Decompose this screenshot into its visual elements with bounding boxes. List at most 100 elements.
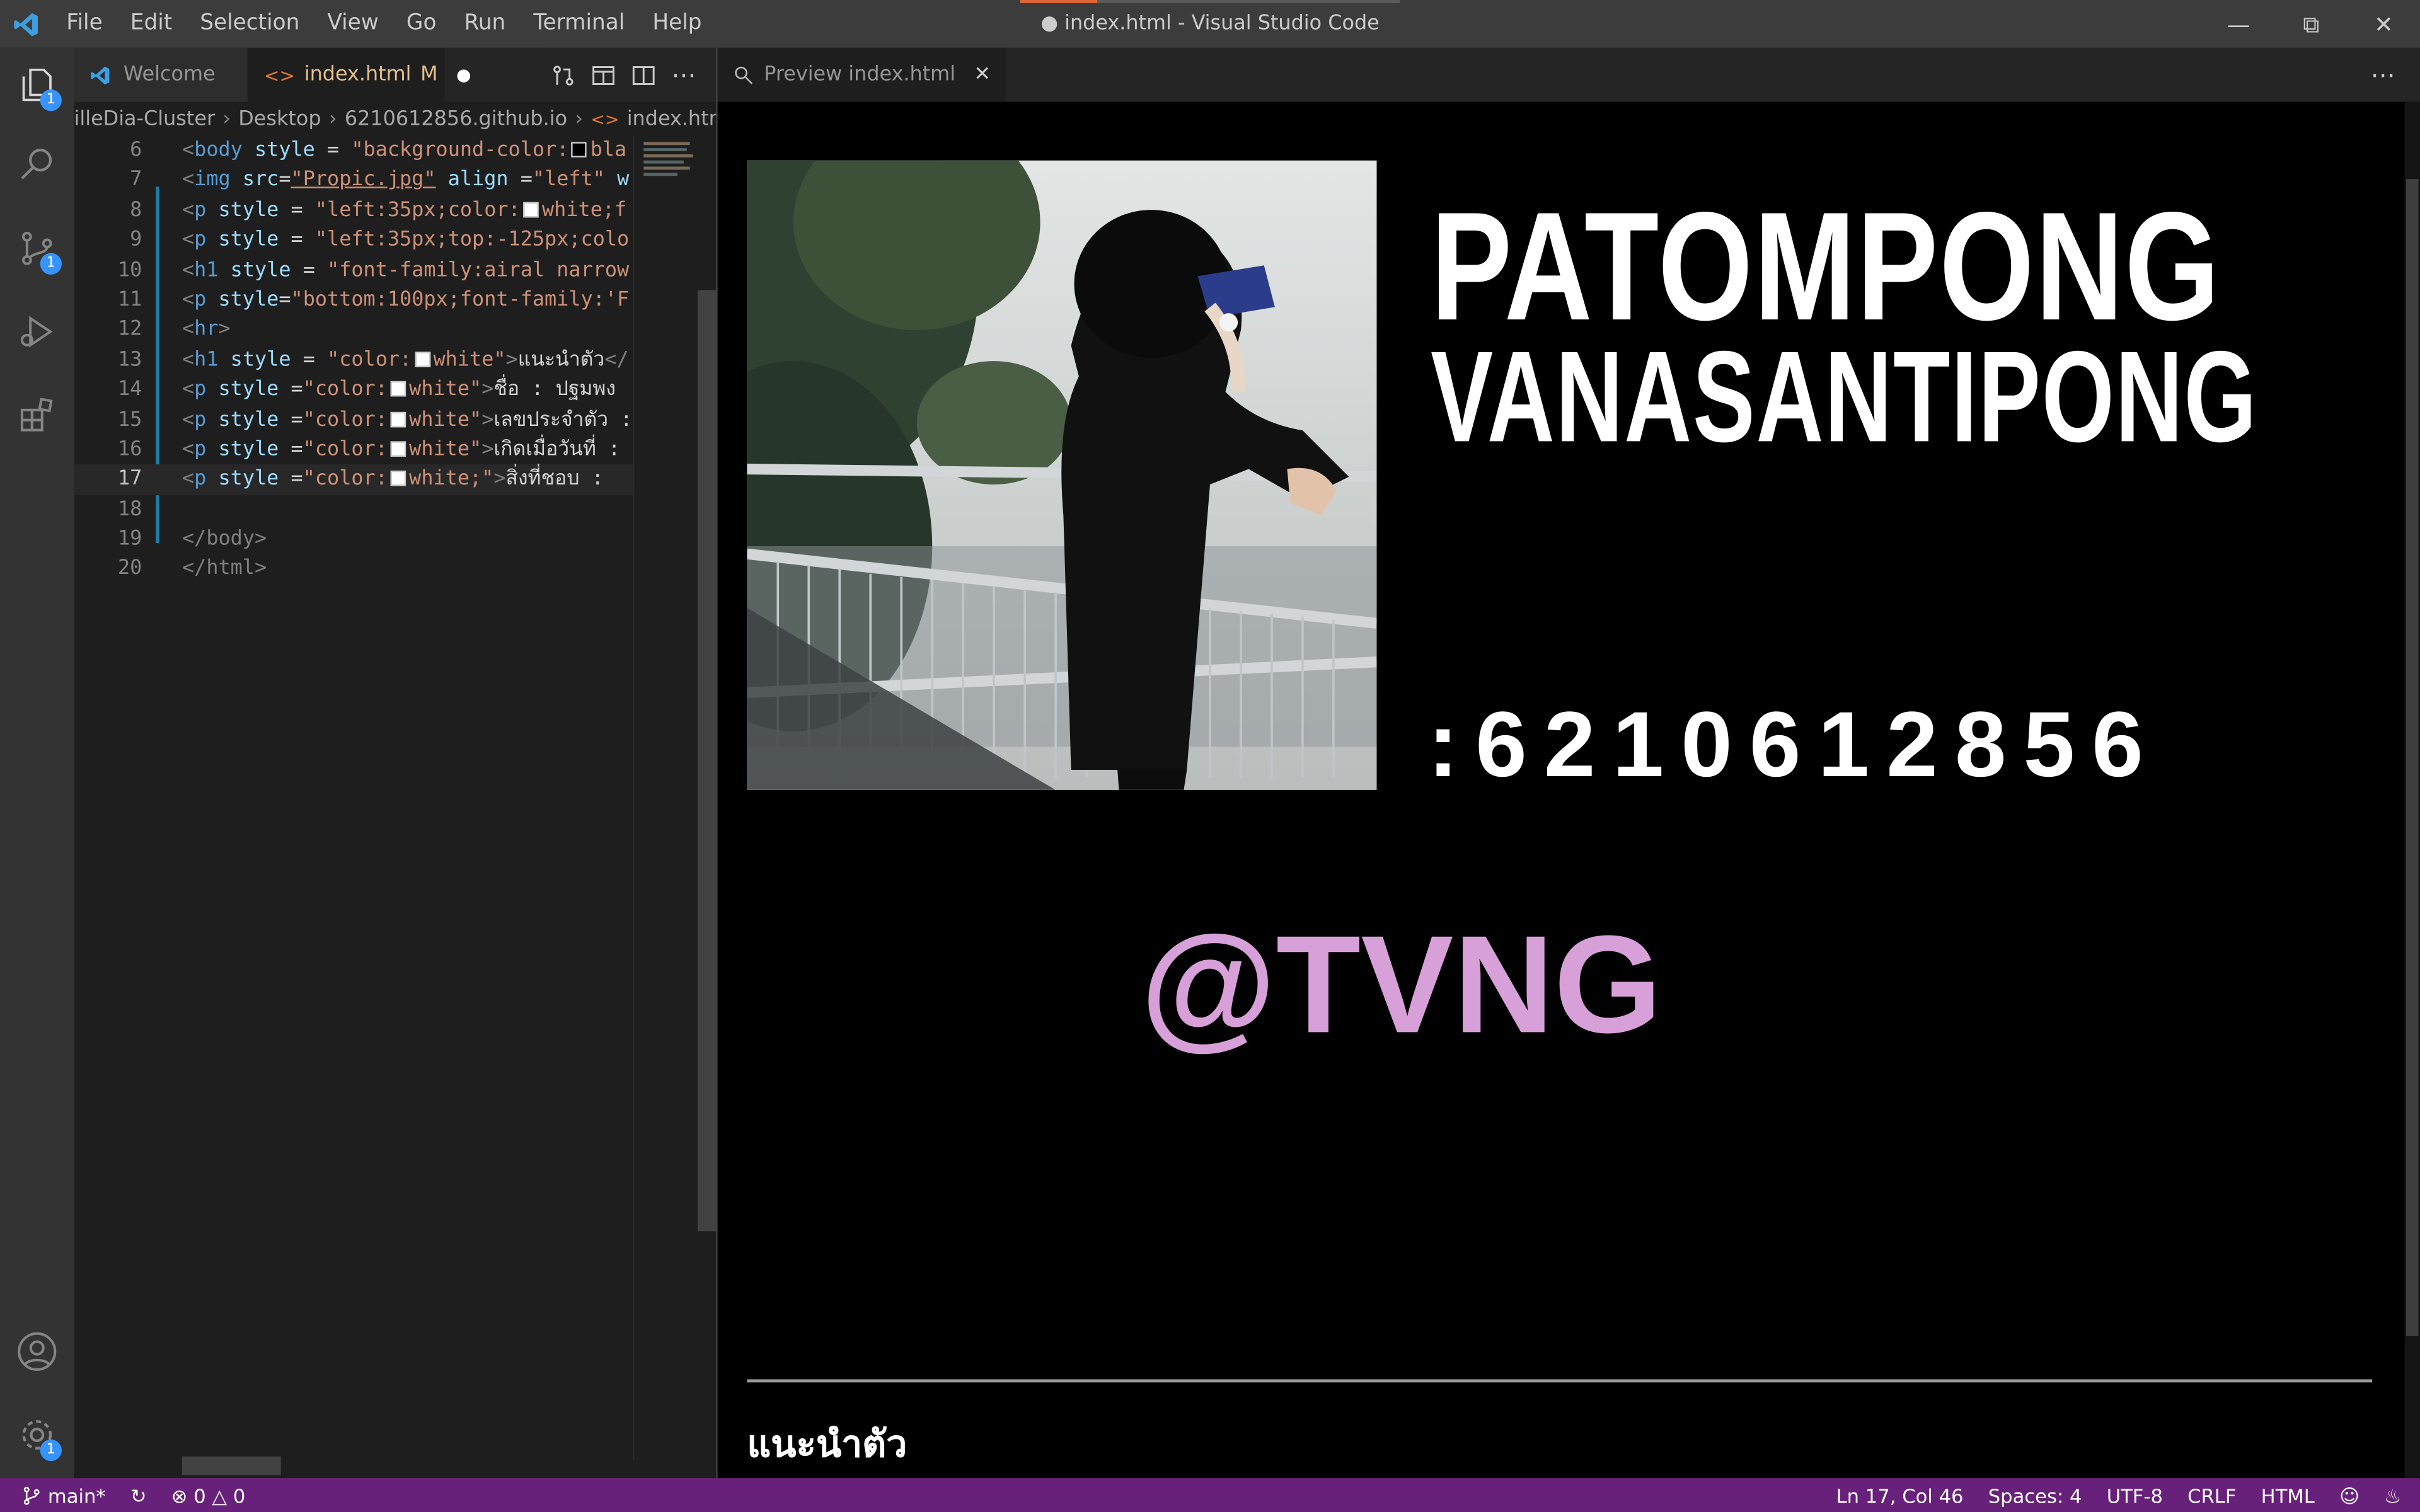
color-swatch[interactable]	[572, 142, 587, 158]
tab-welcome[interactable]: Welcome	[74, 47, 249, 102]
breadcrumb-item-repo[interactable]: 6210612856.github.io	[345, 107, 567, 130]
section-heading: แนะนำตัว	[747, 1422, 908, 1466]
editor-tabs: Welcome <> index.html M ● ⋯	[74, 47, 717, 102]
tab-preview-label: Preview index.html	[764, 63, 956, 87]
minimap[interactable]	[633, 135, 694, 1460]
code-line: 12 <hr>	[117, 318, 231, 342]
source-control-icon[interactable]: 1	[0, 212, 74, 286]
title-bar: File Edit Selection View Go Run Terminal…	[0, 0, 2420, 48]
preview-scroll-thumb[interactable]	[2406, 179, 2419, 1336]
indentation[interactable]: Spaces: 4	[1976, 1484, 2094, 1507]
tab-index-label: index.html	[304, 63, 412, 87]
color-swatch[interactable]	[390, 411, 406, 427]
code-line: 15 <p style ="color: white">เลขประจำตัว :	[117, 408, 633, 432]
branch-name: main*	[47, 1483, 106, 1507]
code-line: 13 <h1 style = "color: white">แนะนำตัว</	[117, 348, 629, 372]
code-line: 16 <p style ="color: white">เกิดเมื่อวันที…	[117, 438, 621, 462]
split-editor-icon[interactable]	[630, 61, 657, 89]
code-line: 19 </body>	[117, 527, 267, 551]
status-bar: main* ↻ ⊗ 0 △ 0 Ln 17, Col 46 Spaces: 4 …	[0, 1478, 2420, 1512]
more-actions-icon[interactable]: ⋯	[670, 60, 698, 90]
encoding[interactable]: UTF-8	[2094, 1484, 2175, 1507]
menu-help[interactable]: Help	[638, 0, 715, 48]
profile-photo	[747, 160, 1377, 790]
code-line: 9 <p style = "left:35px;top:-125px;colo	[130, 228, 630, 252]
run-debug-icon[interactable]	[0, 295, 74, 369]
breadcrumb-item-desktop[interactable]: Desktop	[238, 107, 321, 130]
code-line: 7 <img src="Propic.jpg" align ="left" w	[130, 168, 630, 192]
menu-file[interactable]: File	[52, 0, 116, 48]
open-changes-icon[interactable]	[550, 61, 577, 89]
menu-go[interactable]: Go	[393, 0, 451, 48]
editor-scroll-thumb[interactable]	[697, 290, 717, 1232]
language-mode[interactable]: HTML	[2249, 1484, 2327, 1507]
menu-view[interactable]: View	[313, 0, 392, 48]
student-id: :6210612856	[1427, 692, 2160, 796]
menu-terminal[interactable]: Terminal	[519, 0, 638, 48]
minimize-icon[interactable]: —	[2203, 0, 2275, 48]
preview-icon	[733, 64, 754, 86]
manage-gear-icon[interactable]: 1	[0, 1398, 74, 1472]
extensions-icon[interactable]	[0, 378, 74, 452]
name-last: VANASANTIPONG	[1431, 324, 2258, 469]
menu-selection[interactable]: Selection	[186, 0, 313, 48]
tab-welcome-label: Welcome	[123, 63, 216, 87]
html-file-icon: <>	[591, 108, 619, 129]
close-window-icon[interactable]: ✕	[2348, 0, 2420, 48]
code-line: 11 <p style="bottom:100px;font-family:'F	[117, 288, 630, 312]
code-line: 20 </html>	[117, 558, 267, 581]
cursor-position[interactable]: Ln 17, Col 46	[1824, 1484, 1976, 1507]
open-preview-icon[interactable]	[590, 61, 618, 89]
title-accent-2	[1097, 0, 1400, 3]
breadcrumb-item-file[interactable]: index.html	[627, 107, 717, 130]
sync-icon[interactable]: ↻	[118, 1484, 159, 1507]
vscode-logo-small-icon	[89, 64, 111, 86]
code-line: 8 <p style = "left:35px;color: white;f	[130, 198, 627, 222]
menu-edit[interactable]: Edit	[117, 0, 187, 48]
preview-vertical-scrollbar[interactable]	[2404, 101, 2420, 1479]
search-icon[interactable]	[0, 128, 74, 202]
breadcrumb-item-folder[interactable]: illeDia-Cluster	[74, 107, 216, 130]
status-right: Ln 17, Col 46 Spaces: 4 UTF-8 CRLF HTML …	[1824, 1478, 2420, 1512]
color-swatch[interactable]	[390, 381, 406, 397]
menu-run[interactable]: Run	[450, 0, 519, 48]
restore-icon[interactable]: ⧉	[2275, 0, 2348, 48]
notifications-bell-icon[interactable]: ♨	[2372, 1484, 2420, 1507]
problems-indicator[interactable]: ⊗ 0 △ 0	[159, 1484, 258, 1507]
branch-indicator[interactable]: main*	[0, 1483, 118, 1507]
code-line-current: 17 <p style ="color: white;">สิ่งที่ชอบ :	[74, 464, 633, 495]
explorer-icon[interactable]: 1	[0, 48, 74, 122]
editor-horizontal-scroll-thumb[interactable]	[182, 1456, 281, 1475]
feedback-icon[interactable]: ☺	[2327, 1484, 2371, 1507]
activity-bar: 1 1 1	[0, 47, 74, 1479]
menu-bar: File Edit Selection View Go Run Terminal…	[52, 0, 715, 48]
chevron-right-icon: ›	[575, 107, 584, 130]
line-ending[interactable]: CRLF	[2175, 1484, 2249, 1507]
chevron-right-icon: ›	[222, 107, 231, 130]
color-swatch[interactable]	[390, 471, 406, 487]
vscode-logo-icon	[0, 0, 52, 48]
window-controls: — ⧉ ✕	[2203, 0, 2420, 48]
accounts-icon[interactable]	[0, 1315, 74, 1389]
color-swatch[interactable]	[390, 441, 406, 457]
code-line: 14 <p style ="color: white">ชื่อ : ปฐมพง	[117, 378, 616, 402]
tab-preview[interactable]: Preview index.html ✕	[717, 47, 1006, 102]
color-swatch[interactable]	[415, 351, 430, 367]
more-actions-icon[interactable]: ⋯	[2371, 60, 2395, 90]
error-count: 0	[193, 1483, 206, 1507]
scm-badge: 1	[40, 253, 62, 275]
warning-icon: △	[212, 1483, 228, 1507]
color-swatch[interactable]	[523, 202, 539, 217]
html-preview: PATOMPONG VANASANTIPONG :6210612856 @TVN…	[717, 101, 2405, 1479]
breadcrumb: illeDia-Cluster › Desktop › 6210612856.git…	[74, 102, 717, 136]
code-line: 18	[117, 498, 142, 521]
preview-tabs: Preview index.html ✕ ⋯	[717, 47, 2420, 102]
unsaved-dot-icon[interactable]: ●	[456, 65, 471, 85]
editor-vertical-scrollbar[interactable]	[694, 135, 717, 1460]
close-tab-icon[interactable]: ✕	[974, 63, 991, 86]
tab-index-html[interactable]: <> index.html M ●	[248, 47, 471, 102]
code-line: 6 <body style = "background-color: bla	[130, 139, 627, 163]
tab-modified-status: M	[420, 63, 438, 87]
social-handle: @TVNG	[1140, 908, 1662, 1063]
code-editor[interactable]: 6 <body style = "background-color: bla 7 <i…	[74, 136, 633, 1460]
